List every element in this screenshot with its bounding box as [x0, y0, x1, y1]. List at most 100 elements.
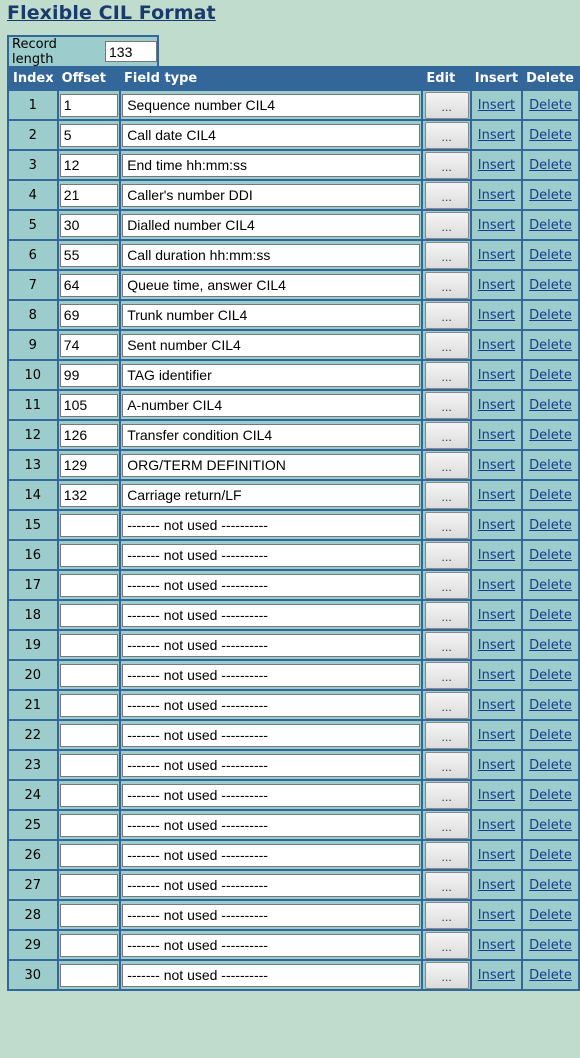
field-type-input[interactable]: [122, 633, 421, 657]
insert-link[interactable]: Insert: [478, 848, 515, 863]
offset-input[interactable]: [59, 543, 118, 567]
insert-link[interactable]: Insert: [478, 728, 515, 743]
field-type-input[interactable]: [122, 903, 421, 927]
field-type-input[interactable]: [122, 183, 421, 207]
field-type-input[interactable]: [122, 963, 421, 987]
edit-button[interactable]: ...: [424, 151, 469, 179]
offset-input[interactable]: [59, 873, 118, 897]
edit-button[interactable]: ...: [424, 391, 469, 419]
insert-link[interactable]: Insert: [478, 248, 515, 263]
delete-link[interactable]: Delete: [529, 428, 572, 443]
edit-button[interactable]: ...: [424, 451, 469, 479]
offset-input[interactable]: [59, 513, 118, 537]
delete-link[interactable]: Delete: [529, 458, 572, 473]
edit-button[interactable]: ...: [424, 571, 469, 599]
offset-input[interactable]: [59, 123, 118, 147]
insert-link[interactable]: Insert: [478, 698, 515, 713]
edit-button[interactable]: ...: [424, 331, 469, 359]
edit-button[interactable]: ...: [424, 361, 469, 389]
insert-link[interactable]: Insert: [478, 908, 515, 923]
insert-link[interactable]: Insert: [478, 458, 515, 473]
offset-input[interactable]: [59, 273, 118, 297]
field-type-input[interactable]: [122, 393, 421, 417]
insert-link[interactable]: Insert: [478, 278, 515, 293]
delete-link[interactable]: Delete: [529, 188, 572, 203]
field-type-input[interactable]: [122, 153, 421, 177]
delete-link[interactable]: Delete: [529, 98, 572, 113]
delete-link[interactable]: Delete: [529, 848, 572, 863]
field-type-input[interactable]: [122, 843, 421, 867]
field-type-input[interactable]: [122, 303, 421, 327]
delete-link[interactable]: Delete: [529, 788, 572, 803]
edit-button[interactable]: ...: [424, 511, 469, 539]
edit-button[interactable]: ...: [424, 871, 469, 899]
delete-link[interactable]: Delete: [529, 818, 572, 833]
edit-button[interactable]: ...: [424, 241, 469, 269]
field-type-input[interactable]: [122, 723, 421, 747]
offset-input[interactable]: [59, 363, 118, 387]
insert-link[interactable]: Insert: [478, 398, 515, 413]
offset-input[interactable]: [59, 723, 118, 747]
edit-button[interactable]: ...: [424, 601, 469, 629]
edit-button[interactable]: ...: [424, 691, 469, 719]
delete-link[interactable]: Delete: [529, 398, 572, 413]
insert-link[interactable]: Insert: [478, 128, 515, 143]
insert-link[interactable]: Insert: [478, 338, 515, 353]
insert-link[interactable]: Insert: [478, 488, 515, 503]
insert-link[interactable]: Insert: [478, 968, 515, 983]
field-type-input[interactable]: [122, 363, 421, 387]
delete-link[interactable]: Delete: [529, 218, 572, 233]
insert-link[interactable]: Insert: [478, 938, 515, 953]
delete-link[interactable]: Delete: [529, 668, 572, 683]
insert-link[interactable]: Insert: [478, 608, 515, 623]
offset-input[interactable]: [59, 93, 118, 117]
offset-input[interactable]: [59, 843, 118, 867]
delete-link[interactable]: Delete: [529, 938, 572, 953]
edit-button[interactable]: ...: [424, 211, 469, 239]
delete-link[interactable]: Delete: [529, 638, 572, 653]
field-type-input[interactable]: [122, 483, 421, 507]
edit-button[interactable]: ...: [424, 271, 469, 299]
edit-button[interactable]: ...: [424, 631, 469, 659]
field-type-input[interactable]: [122, 813, 421, 837]
delete-link[interactable]: Delete: [529, 518, 572, 533]
insert-link[interactable]: Insert: [478, 218, 515, 233]
edit-button[interactable]: ...: [424, 781, 469, 809]
offset-input[interactable]: [59, 753, 118, 777]
offset-input[interactable]: [59, 633, 118, 657]
field-type-input[interactable]: [122, 213, 421, 237]
field-type-input[interactable]: [122, 753, 421, 777]
offset-input[interactable]: [59, 933, 118, 957]
delete-link[interactable]: Delete: [529, 578, 572, 593]
edit-button[interactable]: ...: [424, 721, 469, 749]
offset-input[interactable]: [59, 783, 118, 807]
delete-link[interactable]: Delete: [529, 548, 572, 563]
delete-link[interactable]: Delete: [529, 248, 572, 263]
edit-button[interactable]: ...: [424, 751, 469, 779]
delete-link[interactable]: Delete: [529, 128, 572, 143]
field-type-input[interactable]: [122, 603, 421, 627]
field-type-input[interactable]: [122, 453, 421, 477]
field-type-input[interactable]: [122, 873, 421, 897]
edit-button[interactable]: ...: [424, 301, 469, 329]
delete-link[interactable]: Delete: [529, 488, 572, 503]
field-type-input[interactable]: [122, 663, 421, 687]
edit-button[interactable]: ...: [424, 931, 469, 959]
offset-input[interactable]: [59, 333, 118, 357]
delete-link[interactable]: Delete: [529, 158, 572, 173]
delete-link[interactable]: Delete: [529, 698, 572, 713]
delete-link[interactable]: Delete: [529, 728, 572, 743]
offset-input[interactable]: [59, 483, 118, 507]
delete-link[interactable]: Delete: [529, 278, 572, 293]
insert-link[interactable]: Insert: [478, 368, 515, 383]
insert-link[interactable]: Insert: [478, 548, 515, 563]
delete-link[interactable]: Delete: [529, 878, 572, 893]
delete-link[interactable]: Delete: [529, 758, 572, 773]
insert-link[interactable]: Insert: [478, 98, 515, 113]
insert-link[interactable]: Insert: [478, 758, 515, 773]
field-type-input[interactable]: [122, 123, 421, 147]
edit-button[interactable]: ...: [424, 811, 469, 839]
edit-button[interactable]: ...: [424, 121, 469, 149]
insert-link[interactable]: Insert: [478, 788, 515, 803]
offset-input[interactable]: [59, 813, 118, 837]
